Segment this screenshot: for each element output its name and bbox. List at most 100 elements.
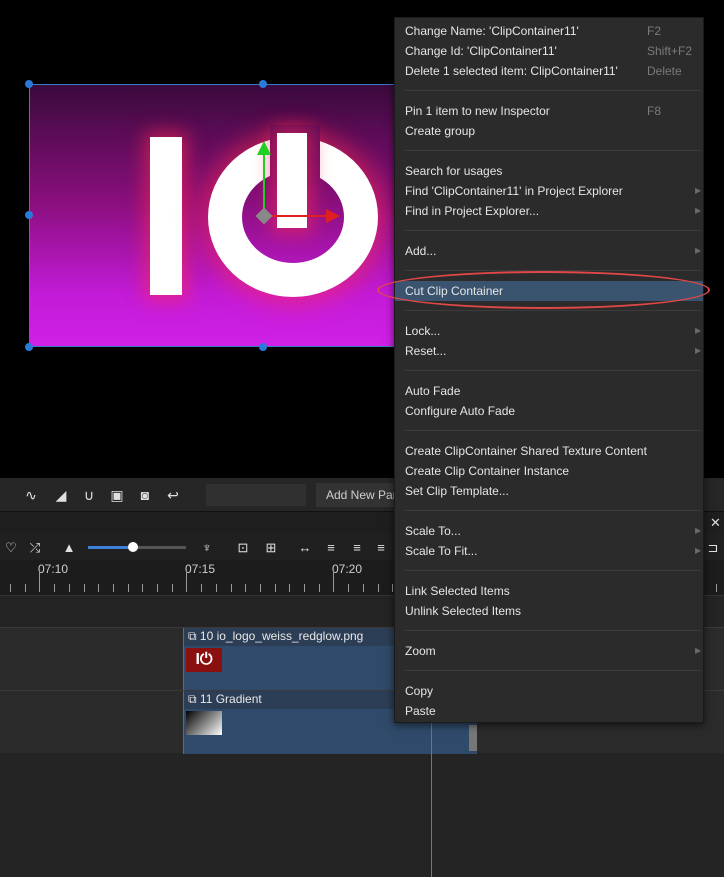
heart-icon[interactable]: ♡ xyxy=(0,537,22,559)
menu-item-label: Copy xyxy=(405,684,434,698)
mountain-icon[interactable]: ▲ xyxy=(58,537,80,559)
menu-item-label: Change Id: 'ClipContainer11' xyxy=(405,44,557,58)
menu-item[interactable]: Unlink Selected Items xyxy=(395,601,703,621)
menu-item[interactable]: Change Name: 'ClipContainer11' F2 xyxy=(395,21,703,41)
ruler-tick xyxy=(98,584,100,592)
menu-item[interactable]: Create Clip Container Instance xyxy=(395,461,703,481)
menu-item-label: Find 'ClipContainer11' in Project Explor… xyxy=(405,184,623,198)
align-left-icon[interactable]: ≡ xyxy=(346,537,368,559)
menu-separator xyxy=(405,230,701,231)
ruler-tick xyxy=(142,584,144,592)
menu-item-label: Reset... xyxy=(405,344,447,358)
ruler-tick xyxy=(83,584,85,592)
menu-item[interactable]: Search for usages xyxy=(395,161,703,181)
frame-out-icon[interactable]: ⊞ xyxy=(260,537,282,559)
menu-item[interactable]: Create ClipContainer Shared Texture Cont… xyxy=(395,441,703,461)
ruler-tick xyxy=(348,584,350,592)
menu-separator xyxy=(405,310,701,311)
ruler-tick xyxy=(171,584,173,592)
camera-icon[interactable]: ◙ xyxy=(134,484,156,506)
ruler-tick xyxy=(215,584,217,592)
menu-item-label: Scale To... xyxy=(405,524,461,538)
waveform-icon[interactable]: ∿ xyxy=(20,484,42,506)
submenu-arrow-icon: ▶ xyxy=(695,206,702,215)
annotation-highlight-ring xyxy=(377,271,710,309)
resize-handle-ml[interactable] xyxy=(25,211,33,219)
add-new-label: Add New Par xyxy=(326,488,396,502)
menu-item[interactable]: Set Clip Template... xyxy=(395,481,703,501)
ruler-label: 07:10 xyxy=(38,562,69,576)
ruler-tick xyxy=(259,584,261,592)
submenu-arrow-icon: ▶ xyxy=(695,246,702,255)
menu-separator xyxy=(405,570,701,571)
magnet-icon[interactable]: ∪ xyxy=(78,484,100,506)
resize-handle-bm[interactable] xyxy=(259,343,267,351)
add-new-button[interactable]: Add New Par xyxy=(316,483,396,507)
menu-item[interactable]: Scale To... ▶ xyxy=(395,521,703,541)
menu-item-label: Link Selected Items xyxy=(405,584,510,598)
menu-item-shortcut: F8 xyxy=(647,104,662,118)
shuffle-icon[interactable]: ⤮ xyxy=(24,537,46,559)
menu-separator xyxy=(405,510,701,511)
menu-item[interactable]: Link Selected Items xyxy=(395,581,703,601)
resize-handle-bl[interactable] xyxy=(25,343,33,351)
context-menu: Change Name: 'ClipContainer11' F2 Change I… xyxy=(394,17,704,723)
menu-item[interactable]: Scale To Fit... ▶ xyxy=(395,541,703,561)
ruler-tick xyxy=(54,584,56,592)
menu-item[interactable]: Zoom ▶ xyxy=(395,641,703,661)
add-list-icon[interactable]: ≡ xyxy=(370,537,392,559)
ruler-tick xyxy=(186,570,188,592)
menu-item[interactable]: Change Id: 'ClipContainer11' Shift+F2 xyxy=(395,41,703,61)
ruler-tick xyxy=(377,584,379,592)
menu-item[interactable]: Find in Project Explorer... ▶ xyxy=(395,201,703,221)
menu-item-label: Create ClipContainer Shared Texture Cont… xyxy=(405,444,647,458)
frame-in-icon[interactable]: ⊡ xyxy=(232,537,254,559)
menu-item-label: Change Name: 'ClipContainer11' xyxy=(405,24,579,38)
menu-item[interactable]: Copy xyxy=(395,681,703,701)
expand-icon[interactable]: ↔ xyxy=(294,537,316,559)
menu-item[interactable]: Lock... ▶ xyxy=(395,321,703,341)
menu-item-label: Zoom xyxy=(405,644,436,658)
ramp-icon[interactable]: ◢ xyxy=(50,484,72,506)
ruler-tick xyxy=(318,584,320,592)
gizmo-y-axis[interactable] xyxy=(263,150,265,216)
align-center-icon[interactable]: ≡ xyxy=(320,537,342,559)
menu-item[interactable]: Pin 1 item to new Inspector F8 xyxy=(395,101,703,121)
clip-thumbnail xyxy=(186,711,222,735)
clip-resize-handle[interactable] xyxy=(469,725,477,751)
fit-icon[interactable]: ▣ xyxy=(106,484,128,506)
menu-item[interactable]: Reset... ▶ xyxy=(395,341,703,361)
menu-separator xyxy=(405,630,701,631)
clip-title-text: 10 io_logo_weiss_redglow.png xyxy=(199,629,364,643)
resize-handle-tl[interactable] xyxy=(25,80,33,88)
dock-icon[interactable]: ⊐ xyxy=(702,537,724,559)
toolbar-field[interactable] xyxy=(206,484,306,506)
gizmo-x-arrow-icon[interactable] xyxy=(326,209,340,223)
zoom-slider-thumb[interactable] xyxy=(128,542,138,552)
ruler-tick xyxy=(24,584,26,592)
menu-item-label: Create Clip Container Instance xyxy=(405,464,570,478)
menu-item-label: Create group xyxy=(405,124,476,138)
menu-item[interactable]: Auto Fade xyxy=(395,381,703,401)
logo-letter-i xyxy=(150,137,182,295)
menu-item[interactable]: Configure Auto Fade xyxy=(395,401,703,421)
menu-item[interactable]: Create group xyxy=(395,121,703,141)
menu-item[interactable]: Add... ▶ xyxy=(395,241,703,261)
gizmo-y-arrow-icon[interactable] xyxy=(257,141,271,155)
menu-item[interactable]: Find 'ClipContainer11' in Project Explor… xyxy=(395,181,703,201)
gizmo-x-axis[interactable] xyxy=(264,215,328,217)
menu-item-label: Set Clip Template... xyxy=(405,484,509,498)
close-icon[interactable]: ✕ xyxy=(710,515,721,531)
ruler-tick xyxy=(715,584,717,592)
copy-icon: ⧉ xyxy=(188,692,200,706)
ruler-tick xyxy=(274,584,276,592)
resize-handle-tm[interactable] xyxy=(259,80,267,88)
menu-separator xyxy=(405,150,701,151)
tulip-icon[interactable]: ♆ xyxy=(196,537,218,559)
undo-icon[interactable]: ↩ xyxy=(162,484,184,506)
copy-icon: ⧉ xyxy=(188,629,200,643)
menu-item[interactable]: Delete 1 selected item: ClipContainer11'… xyxy=(395,61,703,81)
zoom-slider-track[interactable] xyxy=(88,542,186,552)
menu-item-label: Scale To Fit... xyxy=(405,544,478,558)
menu-item[interactable]: Paste xyxy=(395,701,703,721)
